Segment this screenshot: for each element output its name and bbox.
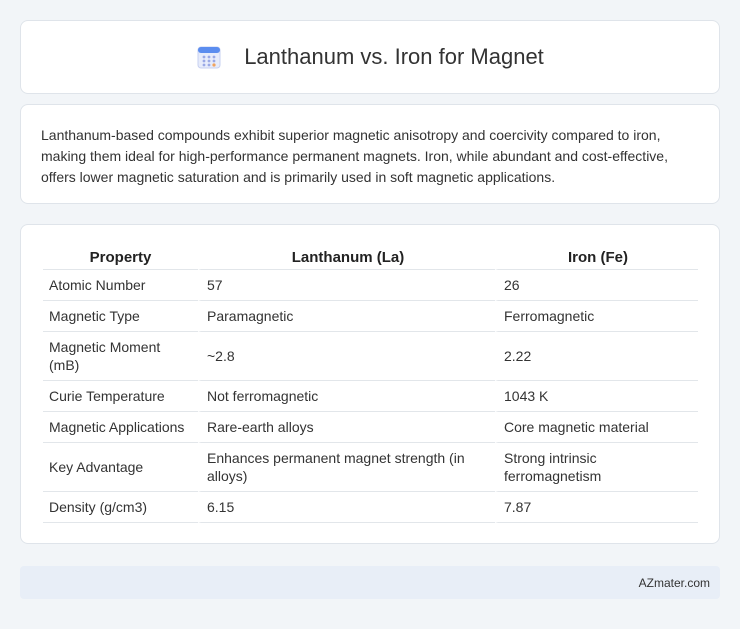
cell-lanthanum: Rare-earth alloys [198, 412, 495, 443]
cell-iron: Strong intrinsic ferromagnetism [495, 443, 698, 492]
table-row: Curie Temperature Not ferromagnetic 1043… [43, 381, 698, 412]
table-row: Atomic Number 57 26 [43, 270, 698, 301]
cell-lanthanum: Enhances permanent magnet strength (in a… [198, 443, 495, 492]
table-row: Magnetic Applications Rare-earth alloys … [43, 412, 698, 443]
comparison-table: Property Lanthanum (La) Iron (Fe) Atomic… [43, 245, 698, 523]
cell-property: Key Advantage [43, 443, 198, 492]
comparison-table-card: Property Lanthanum (La) Iron (Fe) Atomic… [20, 224, 720, 544]
cell-property: Magnetic Applications [43, 412, 198, 443]
footer-brand: AZmater.com [638, 575, 710, 590]
cell-lanthanum: Paramagnetic [198, 301, 495, 332]
title-card: Lanthanum vs. Iron for Magnet [20, 20, 720, 94]
cell-iron: 7.87 [495, 492, 698, 523]
cell-iron: Ferromagnetic [495, 301, 698, 332]
intro-card: Lanthanum-based compounds exhibit superi… [20, 104, 720, 204]
cell-iron: 1043 K [495, 381, 698, 412]
footer: AZmater.com [20, 566, 720, 599]
cell-iron: 26 [495, 270, 698, 301]
cell-property: Atomic Number [43, 270, 198, 301]
table-row: Magnetic Moment (mB) ~2.8 2.22 [43, 332, 698, 381]
cell-lanthanum: ~2.8 [198, 332, 495, 381]
cell-lanthanum: 6.15 [198, 492, 495, 523]
table-row: Density (g/cm3) 6.15 7.87 [43, 492, 698, 523]
cell-property: Curie Temperature [43, 381, 198, 412]
cell-lanthanum: Not ferromagnetic [198, 381, 495, 412]
table-row: Magnetic Type Paramagnetic Ferromagnetic [43, 301, 698, 332]
table-row: Key Advantage Enhances permanent magnet … [43, 443, 698, 492]
table-header-row: Property Lanthanum (La) Iron (Fe) [43, 245, 698, 270]
cell-lanthanum: 57 [198, 270, 495, 301]
cell-iron: Core magnetic material [495, 412, 698, 443]
header-property: Property [43, 245, 198, 270]
cell-property: Magnetic Type [43, 301, 198, 332]
header-iron: Iron (Fe) [495, 245, 698, 270]
cell-property: Magnetic Moment (mB) [43, 332, 198, 381]
cell-property: Density (g/cm3) [43, 492, 198, 523]
cell-iron: 2.22 [495, 332, 698, 381]
intro-text: Lanthanum-based compounds exhibit superi… [41, 127, 668, 185]
header-lanthanum: Lanthanum (La) [198, 245, 495, 270]
page-title: Lanthanum vs. Iron for Magnet [244, 44, 544, 69]
calendar-grid-icon [196, 44, 222, 70]
